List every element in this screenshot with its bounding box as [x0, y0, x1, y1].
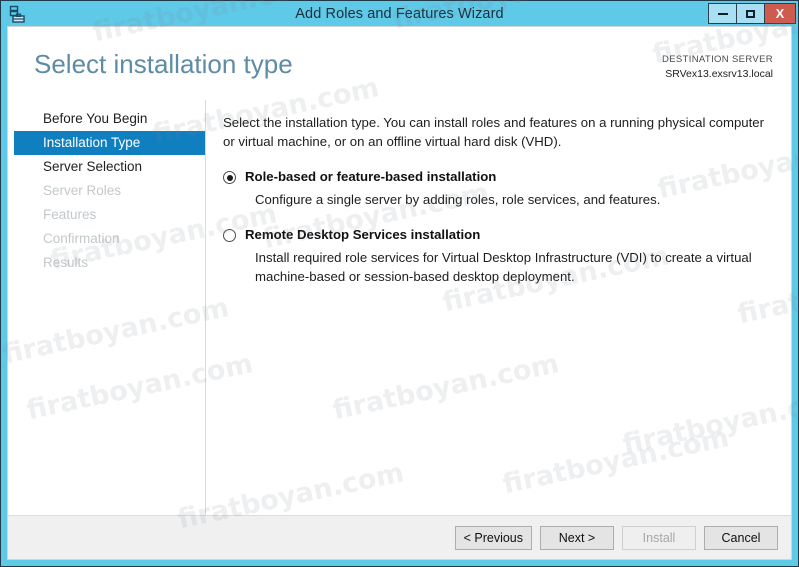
destination-server-label: DESTINATION SERVER [662, 54, 773, 65]
install-button-label: Install [642, 530, 676, 545]
wizard-client-area: Select installation type DESTINATION SER… [7, 26, 792, 560]
sidebar-item-label: Server Selection [43, 159, 143, 174]
sidebar-item-confirmation: Confirmation [8, 227, 205, 251]
wizard-header: Select installation type DESTINATION SER… [8, 27, 791, 100]
window-controls: X [708, 3, 796, 24]
sidebar-item-server-selection[interactable]: Server Selection [8, 155, 205, 179]
wizard-step-navigation: Before You Begin Installation Type Serve… [8, 100, 206, 515]
next-button[interactable]: Next > [540, 525, 614, 550]
close-button[interactable]: X [764, 3, 796, 24]
sidebar-item-label: Before You Begin [43, 111, 148, 126]
instruction-text: Select the installation type. You can in… [223, 115, 765, 150]
option-remote-desktop-description: Install required role services for Virtu… [255, 250, 752, 285]
maximize-icon [746, 9, 755, 18]
sidebar-item-label: Confirmation [43, 231, 120, 246]
sidebar-item-results: Results [8, 251, 205, 275]
sidebar-item-before-you-begin[interactable]: Before You Begin [8, 107, 205, 131]
install-button: Install [622, 525, 696, 550]
maximize-button[interactable] [736, 3, 765, 24]
server-toolbox-icon [6, 3, 28, 25]
cancel-button[interactable]: Cancel [704, 525, 778, 550]
sidebar-item-installation-type[interactable]: Installation Type [14, 131, 205, 155]
option-role-based-description: Configure a single server by adding role… [255, 192, 661, 208]
minimize-button[interactable] [708, 3, 737, 24]
minimize-icon [717, 12, 728, 15]
sidebar-item-label: Installation Type [43, 135, 141, 150]
wizard-main-content: Select the installation type. You can in… [206, 100, 791, 515]
option-remote-desktop-services-installation[interactable]: Remote Desktop Services installation Ins… [223, 226, 769, 286]
sidebar-item-features: Features [8, 203, 205, 227]
wizard-body: Before You Begin Installation Type Serve… [8, 100, 791, 515]
window-title: Add Roles and Features Wizard [295, 5, 504, 22]
close-icon: X [775, 6, 785, 21]
option-role-based-label: Role-based or feature-based installation [245, 169, 497, 185]
destination-server-info: DESTINATION SERVER SRVex13.exsrv13.local [662, 54, 773, 81]
title-bar[interactable]: Add Roles and Features Wizard X [1, 1, 798, 26]
previous-button-label: < Previous [463, 530, 523, 545]
page-title: Select installation type [34, 49, 293, 79]
wizard-footer: < Previous Next > Install Cancel [8, 515, 791, 559]
radio-role-based-icon[interactable] [223, 171, 236, 185]
radio-remote-desktop-icon[interactable] [223, 229, 236, 243]
installation-type-radio-group: Role-based or feature-based installation… [223, 168, 769, 286]
wizard-window: Add Roles and Features Wizard X Select i… [0, 0, 799, 567]
sidebar-item-server-roles: Server Roles [8, 179, 205, 203]
sidebar-item-label: Server Roles [43, 183, 122, 198]
sidebar-item-label: Results [43, 255, 89, 270]
previous-button[interactable]: < Previous [454, 525, 532, 550]
destination-server-value: SRVex13.exsrv13.local [665, 67, 773, 80]
next-button-label: Next > [558, 530, 596, 545]
sidebar-item-label: Features [43, 207, 97, 222]
cancel-button-label: Cancel [721, 530, 761, 545]
option-role-based-installation[interactable]: Role-based or feature-based installation… [223, 168, 769, 209]
option-remote-desktop-label: Remote Desktop Services installation [245, 227, 481, 243]
